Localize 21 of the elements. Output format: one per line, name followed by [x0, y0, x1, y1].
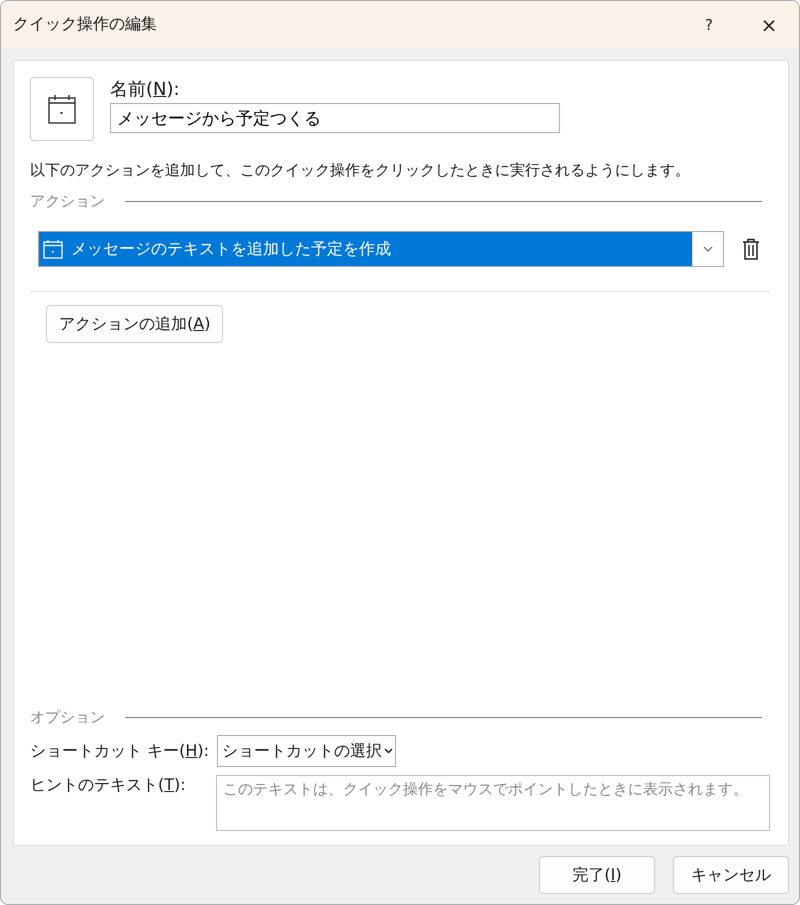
help-button[interactable]: ? — [679, 4, 739, 44]
chevron-icon — [703, 246, 713, 252]
hint-field[interactable]: このテキストは、クイック操作をマウスでポイントしたときに表示されます。 — [216, 775, 770, 831]
chevron-icon — [384, 748, 393, 754]
add-action-button[interactable]: アクションの追加(A) — [46, 305, 224, 343]
calendar-icon — [43, 239, 63, 259]
trash-icon[interactable] — [742, 238, 760, 260]
section-heading: アクション — [30, 192, 105, 211]
shortcut-dropdown[interactable]: ショートカットの選択 — [217, 735, 396, 767]
name-field[interactable]: メッセージから予定つくる — [110, 103, 560, 133]
calendar-icon — [30, 77, 94, 141]
shortcut-label: ショートカット キー(H): — [30, 740, 210, 762]
action-dropdown[interactable]: メッセージのテキストを追加した予定を作成 — [38, 231, 724, 267]
name-label: 名前(N): — [110, 78, 181, 101]
description-text: 以下のアクションを追加して、このクイック操作をクリックしたときに実行されるようにします。 — [30, 161, 691, 180]
done-button[interactable]: 完了(I) — [539, 856, 655, 894]
hint-label: ヒントのテキスト(T): — [30, 775, 187, 796]
section-heading: オプション — [30, 708, 105, 727]
close-button[interactable]: × — [739, 4, 799, 44]
window-title: クイック操作の編集 — [13, 14, 158, 35]
cancel-button[interactable]: キャンセル — [673, 856, 789, 894]
